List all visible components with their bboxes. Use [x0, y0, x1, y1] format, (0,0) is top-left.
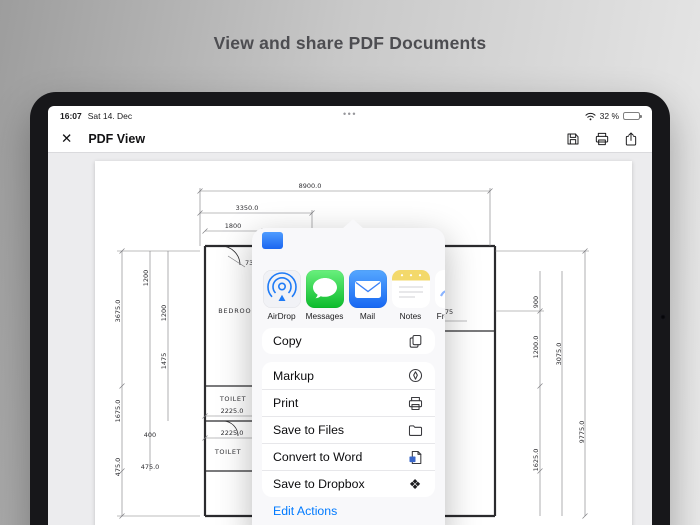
- ipad-device-frame: 16:07 Sat 14. Dec ••• 32 % ✕ PDF View 89…: [30, 92, 670, 525]
- share-app-freeform[interactable]: Freeform: [432, 270, 445, 334]
- word-document-icon: [406, 448, 424, 466]
- marketing-slide: View and share PDF Documents 16:07 Sat 1…: [0, 0, 700, 525]
- edit-actions-link[interactable]: Edit Actions: [273, 504, 337, 518]
- share-app-airdrop[interactable]: AirDrop: [260, 270, 303, 334]
- ipad-screen: 16:07 Sat 14. Dec ••• 32 % ✕ PDF View 89…: [48, 106, 652, 525]
- document-thumbnail-icon: [262, 232, 283, 249]
- plan-label-400: 400: [144, 431, 156, 439]
- notes-icon: [391, 270, 430, 308]
- share-action-convert-to-word[interactable]: Convert to Word: [262, 443, 435, 470]
- share-app-notes[interactable]: Notes: [389, 270, 432, 334]
- share-action-save-to-files[interactable]: Save to Files: [262, 416, 435, 443]
- share-button[interactable]: [623, 131, 639, 147]
- share-action-copy[interactable]: Copy: [262, 328, 435, 354]
- plan-label-2225-a: 2225.0: [221, 407, 244, 415]
- plan-label-1200-b: 1200: [160, 305, 168, 322]
- action-label: Print: [273, 396, 299, 410]
- plan-label-3075: 3075.0: [555, 343, 563, 366]
- page-title: PDF View: [88, 132, 146, 146]
- messages-icon: [305, 270, 344, 308]
- plan-label-1800: 1800: [225, 222, 242, 230]
- share-action-print[interactable]: Print: [262, 389, 435, 416]
- action-label: Save to Files: [273, 423, 345, 437]
- save-icon: [567, 133, 579, 145]
- plan-label-1200-a: 1200: [142, 270, 150, 287]
- status-right: 32 %: [585, 111, 642, 121]
- share-action-group-2: Markup Print Save to Files Convert to Wo…: [262, 362, 435, 497]
- plan-label-1475: 1475: [160, 353, 168, 370]
- action-label: Save to Dropbox: [273, 477, 365, 491]
- plan-label-3675: 3675.0: [114, 300, 122, 323]
- save-button[interactable]: [565, 131, 581, 147]
- plan-label-1675: 1675.0: [114, 400, 122, 423]
- action-label: Copy: [273, 334, 302, 348]
- freeform-icon: [434, 270, 445, 308]
- close-icon[interactable]: ✕: [61, 131, 72, 147]
- camera-dot: [660, 314, 666, 320]
- printer-icon: [406, 394, 424, 412]
- markup-icon: [406, 367, 424, 385]
- printer-icon: [595, 132, 609, 146]
- plan-label-2225-b: 2225.0: [221, 429, 244, 437]
- app-label: Messages: [305, 311, 344, 321]
- share-app-mail[interactable]: Mail: [346, 270, 389, 334]
- slide-title: View and share PDF Documents: [213, 32, 487, 53]
- share-action-save-to-dropbox[interactable]: Save to Dropbox ❖: [262, 470, 435, 497]
- plan-label-3350: 3350.0: [236, 204, 259, 212]
- plan-label-1625: 1625.0: [532, 449, 540, 472]
- action-label: Convert to Word: [273, 450, 363, 464]
- airdrop-icon: [262, 270, 301, 308]
- popover-arrow: [342, 219, 364, 229]
- app-label: Mail: [359, 311, 376, 321]
- battery-icon: [623, 112, 642, 120]
- plan-room-toilet-a: TOILET: [219, 395, 246, 403]
- status-date: Sat 14. Dec: [87, 111, 133, 121]
- battery-percent: 32 %: [599, 111, 619, 121]
- action-label: Markup: [273, 368, 315, 383]
- multitask-dots: •••: [343, 109, 357, 119]
- app-label: Freeform: [436, 311, 445, 321]
- print-button[interactable]: [594, 131, 610, 147]
- share-apps-row: AirDrop Messages Mail Notes Fr: [260, 270, 445, 334]
- share-action-group-1: Copy: [262, 328, 435, 354]
- plan-label-total-height: 9775.0: [578, 421, 586, 444]
- pdf-toolbar: ✕ PDF View: [48, 126, 652, 153]
- plan-label-475-left: 475.0: [114, 458, 122, 477]
- share-icon: [625, 132, 637, 146]
- status-left: 16:07 Sat 14. Dec: [60, 111, 132, 121]
- share-action-markup[interactable]: Markup: [262, 362, 435, 389]
- mail-icon: [348, 270, 387, 308]
- copy-icon: [406, 332, 424, 350]
- plan-label-900: 900: [532, 296, 540, 308]
- app-label: Notes: [399, 311, 422, 321]
- share-app-messages[interactable]: Messages: [303, 270, 346, 334]
- wifi-icon: [585, 112, 596, 120]
- toolbar-actions: [565, 131, 639, 147]
- plan-label-475-b: 475.0: [141, 463, 160, 471]
- folder-icon: [406, 421, 424, 439]
- plan-room-toilet-b: TOILET: [214, 448, 241, 456]
- plan-label-1200-c: 1200.0: [532, 336, 540, 359]
- app-label: AirDrop: [267, 311, 296, 321]
- share-sheet: AirDrop Messages Mail Notes Fr Copy Mark…: [252, 228, 445, 525]
- status-time: 16:07: [60, 111, 82, 121]
- dropbox-icon: ❖: [408, 476, 422, 492]
- slide-header: View and share PDF Documents: [0, 0, 700, 86]
- plan-label-total-width: 8900.0: [299, 182, 322, 190]
- status-bar: 16:07 Sat 14. Dec ••• 32 %: [48, 106, 652, 126]
